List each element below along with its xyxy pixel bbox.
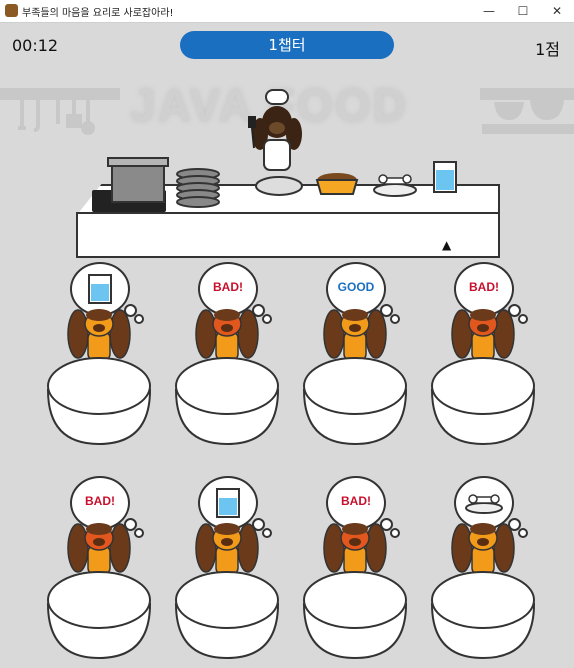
customer-station[interactable]: GOOD — [300, 262, 410, 452]
reaction-label: GOOD — [337, 280, 375, 294]
customer-station[interactable]: BAD! — [300, 476, 410, 666]
minimize-button[interactable]: — — [472, 0, 506, 22]
bubble-tail — [134, 528, 144, 538]
bubble-tail — [134, 314, 144, 324]
close-button[interactable]: ✕ — [540, 0, 574, 22]
chef-dog — [248, 89, 302, 171]
dish-bowl[interactable] — [172, 568, 282, 664]
customer-station[interactable]: BAD! — [44, 476, 154, 666]
pot-icon[interactable] — [106, 154, 170, 206]
water-glass-icon — [216, 488, 240, 518]
window-titlebar: 부족들의 마음을 요리로 사로잡아라! — ☐ ✕ — [0, 0, 574, 23]
app-icon — [5, 4, 18, 17]
bubble-tail — [518, 314, 528, 324]
reaction-label: BAD! — [213, 280, 243, 294]
bubble-tail — [262, 314, 272, 324]
dish-bowl[interactable] — [300, 568, 410, 664]
bowls-icon — [494, 100, 564, 120]
dish-bowl[interactable] — [428, 568, 538, 664]
kibble-bowl-icon[interactable] — [314, 170, 360, 198]
dish-bowl[interactable] — [44, 354, 154, 450]
reaction-label: BAD! — [85, 494, 115, 508]
customer-station[interactable] — [44, 262, 154, 452]
reaction-label: BAD! — [341, 494, 371, 508]
dish-bowl[interactable] — [300, 354, 410, 450]
plates-icon[interactable] — [174, 166, 222, 210]
kitchen-counter — [76, 212, 500, 258]
bone-icon — [465, 494, 503, 514]
water-glass-icon[interactable] — [432, 160, 458, 194]
maximize-button[interactable]: ☐ — [506, 0, 540, 22]
customer-station[interactable]: BAD! — [172, 262, 282, 452]
customer-station[interactable] — [172, 476, 282, 666]
dish-bowl[interactable] — [428, 354, 538, 450]
dish-bowl[interactable] — [172, 354, 282, 450]
bone-icon[interactable] — [372, 170, 418, 198]
score: 1점 — [535, 40, 560, 59]
bubble-tail — [390, 314, 400, 324]
window-title: 부족들의 마음을 요리로 사로잡아라! — [22, 8, 174, 19]
mouse-cursor: ▲ — [442, 238, 452, 252]
customer-station[interactable]: BAD! — [428, 262, 538, 452]
dish-bowl[interactable] — [44, 568, 154, 664]
plate-icon[interactable] — [254, 174, 304, 198]
reaction-label: BAD! — [469, 280, 499, 294]
timer: 00:12 — [12, 36, 59, 55]
water-glass-icon — [88, 274, 112, 304]
customer-station[interactable] — [428, 476, 538, 666]
bubble-tail — [518, 528, 528, 538]
bubble-tail — [262, 528, 272, 538]
bubble-tail — [390, 528, 400, 538]
utensils-icon — [18, 94, 95, 135]
chapter-badge: 1챕터 — [180, 31, 394, 59]
